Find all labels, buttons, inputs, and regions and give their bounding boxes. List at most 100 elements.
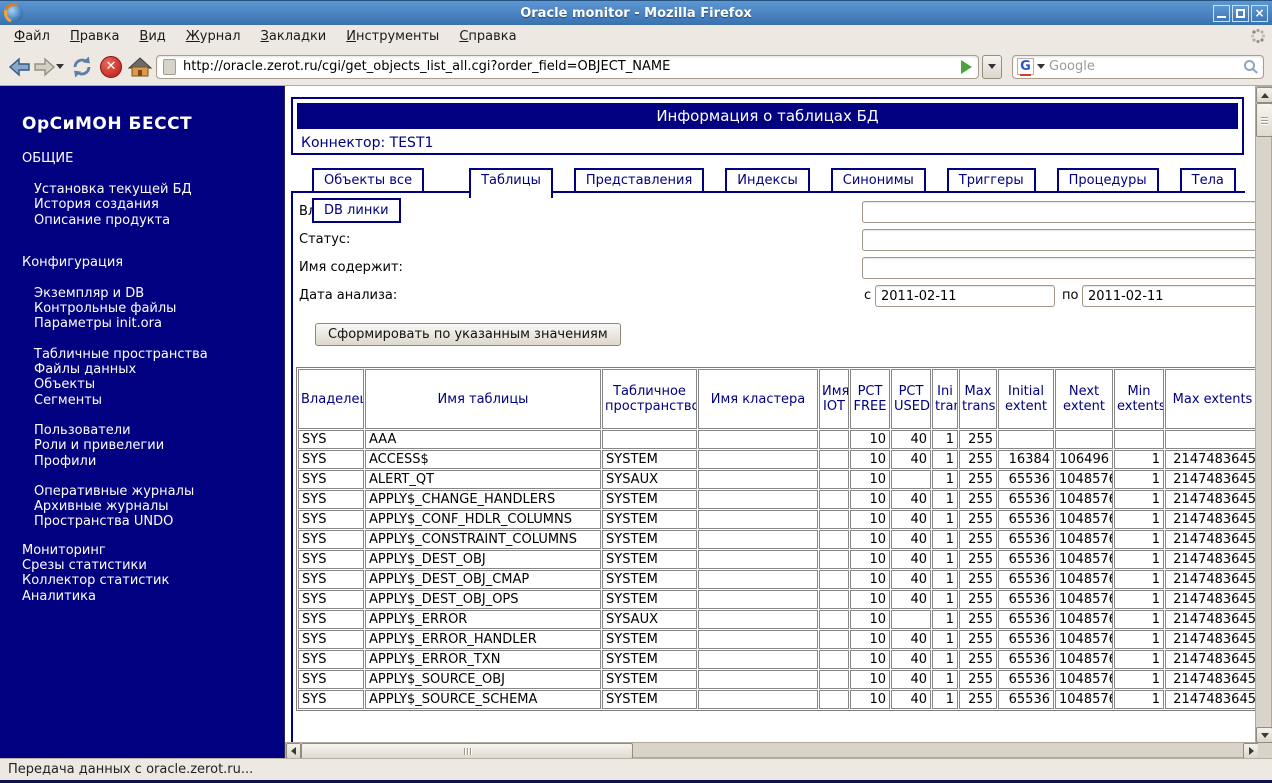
sidebar-section-header: Конфигурация	[22, 254, 124, 270]
table-cell: 40	[891, 590, 931, 609]
table-cell: 1	[1114, 630, 1164, 649]
search-input[interactable]	[1049, 56, 1240, 77]
scroll-up-button[interactable]	[1256, 87, 1272, 103]
column-header[interactable]: Min extents	[1114, 369, 1164, 429]
table-cell: 1048576	[1055, 470, 1113, 489]
tab-db-links[interactable]: DB линки	[312, 198, 401, 223]
table-cell: APPLY$_DEST_OBJ_OPS	[365, 590, 601, 609]
table-cell: 65536	[998, 570, 1054, 589]
menu-item-view[interactable]: Вид	[129, 26, 175, 48]
menu-item-file[interactable]: Файл	[4, 26, 60, 48]
tab-indexes[interactable]: Индексы	[725, 168, 810, 193]
sidebar-item[interactable]: Срезы статистики	[22, 558, 284, 573]
sidebar-item[interactable]: История создания	[34, 197, 284, 212]
sidebar-item[interactable]: Экземпляр и DB	[34, 286, 284, 301]
sidebar-item[interactable]: Параметры init.ora	[34, 316, 284, 331]
column-header[interactable]: Имя кластера	[698, 369, 818, 429]
tab-procedures[interactable]: Процедуры	[1056, 168, 1159, 193]
maximize-button[interactable]	[1232, 5, 1249, 22]
menu-item-history[interactable]: Журнал	[176, 26, 251, 48]
scroll-down-button[interactable]	[1256, 727, 1272, 743]
sidebar-item[interactable]: Профили	[34, 454, 284, 469]
menu-item-tools[interactable]: Инструменты	[336, 26, 449, 48]
sidebar-item[interactable]: Аналитика	[22, 589, 284, 604]
back-forward-dropdown[interactable]	[56, 64, 64, 69]
home-button[interactable]	[128, 56, 152, 78]
table-cell: 255	[959, 590, 997, 609]
table-cell: SYS	[298, 690, 364, 709]
search-engine-dropdown[interactable]	[1037, 64, 1045, 69]
sidebar-item[interactable]: Объекты	[34, 377, 284, 392]
search-box[interactable]: G	[1012, 54, 1264, 79]
column-header[interactable]: Next extent	[1055, 369, 1113, 429]
column-header[interactable]: Max extents	[1165, 369, 1260, 429]
horizontal-scrollbar-thumb[interactable]	[301, 743, 633, 758]
filter-owner-input[interactable]	[862, 201, 1266, 223]
vertical-scrollbar[interactable]	[1255, 86, 1272, 743]
scroll-right-button[interactable]	[1243, 743, 1259, 758]
sidebar-item[interactable]: Роли и привелегии	[34, 438, 284, 453]
search-icon[interactable]	[1244, 60, 1255, 71]
date-to-input[interactable]	[1082, 285, 1262, 307]
sidebar-item[interactable]: Архивные журналы	[34, 499, 284, 514]
sidebar-item[interactable]: Сегменты	[34, 393, 284, 408]
table-cell: SYSTEM	[602, 450, 697, 469]
menu-item-help[interactable]: Справка	[449, 26, 526, 48]
tab-bodies[interactable]: Тела	[1179, 168, 1236, 193]
table-cell: SYSAUX	[602, 470, 697, 489]
filter-name-contains-input[interactable]	[862, 257, 1266, 279]
tab-tables[interactable]: Таблицы	[469, 168, 553, 198]
column-header[interactable]: Владелец	[298, 369, 364, 429]
forward-button[interactable]	[32, 56, 56, 77]
back-button[interactable]	[8, 56, 32, 77]
tab-triggers[interactable]: Триггеры	[946, 168, 1036, 193]
url-input[interactable]	[183, 56, 955, 77]
column-header[interactable]: PCT FREE	[850, 369, 890, 429]
table-cell: SYS	[298, 670, 364, 689]
sidebar-item[interactable]: Описание продукта	[34, 213, 284, 228]
column-header[interactable]: Max trans	[959, 369, 997, 429]
menu-item-bookmarks[interactable]: Закладки	[251, 26, 337, 48]
sidebar-item[interactable]: Оперативные журналы	[34, 484, 284, 499]
stop-button[interactable]: ✕	[100, 55, 122, 78]
go-button-icon[interactable]	[961, 59, 972, 74]
column-header[interactable]: Initial extent	[998, 369, 1054, 429]
table-cell: 1	[932, 650, 958, 669]
table-cell: 10	[850, 510, 890, 529]
filter-status-input[interactable]	[862, 229, 1266, 251]
generate-button[interactable]: Сформировать по указанным значениям	[315, 323, 621, 346]
table-cell	[819, 550, 849, 569]
column-header[interactable]: Имя IOT	[819, 369, 849, 429]
sidebar-item[interactable]: Файлы данных	[34, 362, 284, 377]
tab-views[interactable]: Представления	[573, 168, 705, 193]
reload-button[interactable]	[70, 55, 94, 79]
url-bar[interactable]	[156, 54, 979, 79]
table-cell	[819, 650, 849, 669]
sidebar-item[interactable]: Коллектор статистик	[22, 573, 284, 588]
menu-item-edit[interactable]: Правка	[60, 26, 129, 48]
horizontal-scrollbar[interactable]	[285, 742, 1259, 758]
scroll-left-button[interactable]	[286, 743, 301, 758]
tab-synonyms[interactable]: Синонимы	[830, 168, 926, 193]
sidebar-item[interactable]: Установка текущей БД	[34, 182, 284, 197]
tab-objects-all[interactable]: Объекты все	[312, 168, 425, 193]
close-button[interactable]: ×	[1251, 5, 1268, 22]
column-header[interactable]: Табличное пространство	[602, 369, 697, 429]
column-header[interactable]: Ini trans	[932, 369, 958, 429]
date-from-input[interactable]	[875, 285, 1055, 307]
sidebar-item[interactable]: Табличные пространства	[34, 347, 284, 362]
table-cell: APPLY$_CONSTRAINT_COLUMNS	[365, 530, 601, 549]
table-row: SYS APPLY$_ERROR_HANDLER SYSTEM 10 40 1 255 655…	[298, 630, 1260, 649]
sidebar-item[interactable]: Контрольные файлы	[34, 301, 284, 316]
vertical-scrollbar-thumb[interactable]	[1256, 103, 1272, 137]
sidebar-item[interactable]: Пространства UNDO	[34, 514, 284, 529]
sidebar-item[interactable]: Мониторинг	[22, 543, 284, 558]
table-cell: 1	[932, 570, 958, 589]
minimize-button[interactable]	[1213, 5, 1230, 22]
table-cell: 65536	[998, 510, 1054, 529]
url-history-dropdown[interactable]	[982, 54, 1002, 79]
column-header[interactable]: Имя таблицы	[365, 369, 601, 429]
column-header[interactable]: PCT USED	[891, 369, 931, 429]
table-cell	[698, 610, 818, 629]
sidebar-item[interactable]: Пользователи	[34, 423, 284, 438]
